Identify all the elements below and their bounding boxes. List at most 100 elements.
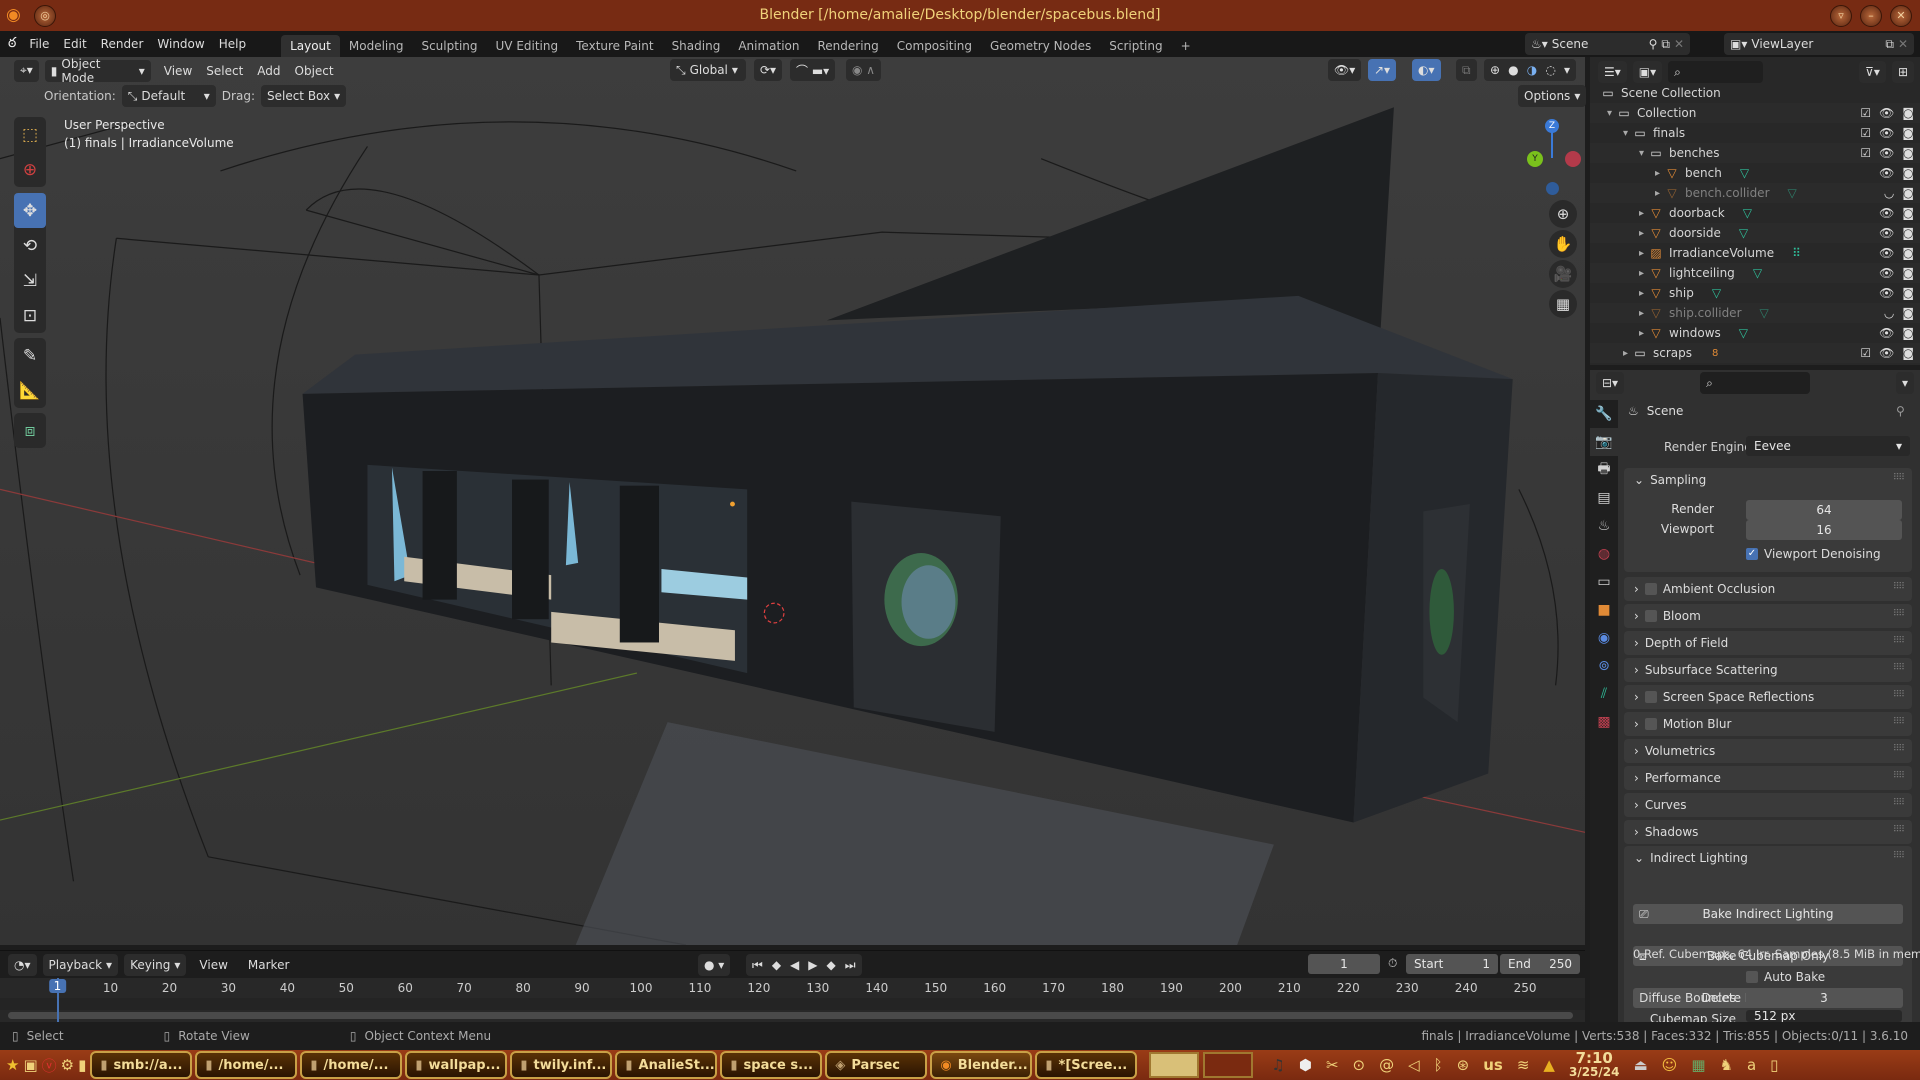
settings-launcher-icon[interactable]: ⚙ — [61, 1056, 74, 1074]
exclude-checkbox[interactable]: ☑ — [1860, 346, 1871, 360]
taskbar-window-button[interactable]: ▮space s... — [720, 1051, 822, 1079]
files-launcher-icon[interactable]: ▮ — [78, 1056, 86, 1074]
remove-view-layer-icon[interactable]: ✕ — [1898, 37, 1908, 51]
view-layer-tab-icon[interactable]: ▤ — [1590, 484, 1618, 512]
render-camera-icon[interactable]: ◙ — [1902, 346, 1914, 360]
eye-icon[interactable]: 👁 — [1879, 206, 1894, 220]
tab-sculpting[interactable]: Sculpting — [412, 35, 486, 57]
stopwatch-icon[interactable]: ⏱ — [1388, 956, 1397, 971]
taskbar-window-button[interactable]: ▮AnalieSt... — [615, 1051, 717, 1079]
expand-arrow-icon[interactable]: ▸ — [1590, 208, 1648, 219]
material-shading-icon[interactable]: ◑ — [1527, 63, 1537, 77]
clipboard-scissors-icon[interactable]: ✂ — [1326, 1056, 1339, 1074]
drag-handle-icon[interactable]: ⠿⠿ — [1893, 851, 1904, 861]
mode-dropdown[interactable]: ▮Object Mode▾ — [45, 60, 151, 82]
move-tool-icon[interactable]: ✥ — [14, 193, 46, 228]
eye-icon[interactable]: 👁 — [1879, 166, 1894, 180]
timeline-marker-menu[interactable]: Marker — [241, 952, 296, 978]
eye-icon[interactable]: 👁 — [1879, 126, 1894, 140]
calculator-icon[interactable]: ▦ — [1691, 1056, 1705, 1074]
taskbar-window-button[interactable]: ▮twily.inf... — [510, 1051, 612, 1079]
panel-subsurface-scattering[interactable]: ›Subsurface Scattering⠿⠿ — [1624, 658, 1912, 682]
viewport-menu-add[interactable]: Add — [250, 58, 287, 84]
taskbar-window-button[interactable]: ◈Parsec — [825, 1051, 927, 1079]
panel-shadows[interactable]: ›Shadows⠿⠿ — [1624, 820, 1912, 844]
render-camera-icon[interactable]: ◙ — [1902, 146, 1914, 160]
render-camera-icon[interactable]: ◙ — [1902, 186, 1914, 200]
panel-performance[interactable]: ›Performance⠿⠿ — [1624, 766, 1912, 790]
outliner-row[interactable]: ▸▽doorback▽👁◙ — [1590, 203, 1920, 223]
orientation-dropdown[interactable]: ⤡Default▾ — [122, 85, 216, 107]
options-dropdown[interactable]: Options▾ — [1518, 85, 1586, 107]
vivaldi-launcher-icon[interactable]: ⓥ — [42, 1055, 57, 1076]
end-frame-field[interactable]: End250 — [1500, 954, 1580, 974]
panel-enable-checkbox[interactable] — [1645, 691, 1657, 703]
viewport-menu-select[interactable]: Select — [199, 58, 250, 84]
collection-tab-icon[interactable]: ▭ — [1590, 568, 1618, 596]
remove-scene-icon[interactable]: ✕ — [1674, 37, 1684, 51]
render-engine-dropdown[interactable]: Eevee▾ — [1746, 436, 1910, 456]
object-tab-icon[interactable]: ■ — [1590, 596, 1618, 624]
app-icon[interactable]: ♞ — [1720, 1056, 1733, 1074]
taskbar-window-button[interactable]: ▮/home/... — [195, 1051, 297, 1079]
jump-start-icon[interactable]: ⏮ — [752, 958, 763, 973]
rotate-tool-icon[interactable]: ⟲ — [14, 228, 46, 263]
eye-icon[interactable]: 👁 — [1879, 226, 1894, 240]
menu-file[interactable]: File — [22, 31, 56, 57]
workspace-2[interactable] — [1203, 1052, 1253, 1078]
texture-tab-icon[interactable]: ▩ — [1590, 708, 1618, 736]
bake-indirect-lighting-button[interactable]: ⎚Bake Indirect Lighting — [1633, 904, 1903, 924]
editor-type-button[interactable]: ⌖▾ — [14, 60, 39, 82]
expand-arrow-icon[interactable]: ▾ — [1590, 108, 1616, 119]
viewport-menu-view[interactable]: View — [157, 58, 199, 84]
terminal-launcher-icon[interactable]: ▣ — [23, 1056, 37, 1074]
drag-handle-icon[interactable]: ⠿⠿ — [1893, 473, 1904, 483]
drag-handle-icon[interactable]: ⠿⠿ — [1893, 582, 1904, 592]
drag-dropdown[interactable]: Select Box▾ — [261, 85, 346, 107]
next-keyframe-icon[interactable]: ◆ — [827, 958, 836, 972]
render-camera-icon[interactable]: ◙ — [1902, 166, 1914, 180]
exclude-checkbox[interactable]: ☑ — [1860, 146, 1871, 160]
menu-render[interactable]: Render — [94, 31, 151, 57]
media-play-icon[interactable]: ⊙ — [1353, 1056, 1366, 1074]
tab-rendering[interactable]: Rendering — [809, 35, 888, 57]
usb-icon[interactable]: ⊛ — [1457, 1056, 1470, 1074]
cubemap-size-dropdown[interactable]: 512 px — [1746, 1010, 1902, 1022]
minimize-button[interactable]: ▿ — [1830, 5, 1852, 27]
keyboard-layout[interactable]: us — [1483, 1056, 1503, 1074]
eye-icon[interactable]: 👁 — [1879, 106, 1894, 120]
menu-help[interactable]: Help — [212, 31, 253, 57]
exclude-checkbox[interactable]: ☑ — [1860, 126, 1871, 140]
outliner-row[interactable]: ▸▨IrradianceVolume⠿👁◙ — [1590, 243, 1920, 263]
drag-handle-icon[interactable]: ⠿⠿ — [1893, 636, 1904, 646]
drag-handle-icon[interactable]: ⠿⠿ — [1893, 798, 1904, 808]
tab-animation[interactable]: Animation — [729, 35, 808, 57]
gizmo-z-axis[interactable]: Z — [1545, 119, 1559, 133]
camera-view-icon[interactable]: 🎥 — [1549, 260, 1577, 288]
network-icon[interactable]: @ — [1379, 1056, 1394, 1074]
expand-arrow-icon[interactable]: ▸ — [1590, 228, 1648, 239]
expand-arrow-icon[interactable]: ▸ — [1590, 248, 1648, 259]
outliner-row[interactable]: ▸▽doorside▽👁◙ — [1590, 223, 1920, 243]
expand-arrow-icon[interactable]: ▸ — [1590, 168, 1664, 179]
outliner-row[interactable]: ▭Scene Collection — [1590, 83, 1920, 103]
drag-handle-icon[interactable]: ⠿⠿ — [1893, 825, 1904, 835]
render-camera-icon[interactable]: ◙ — [1902, 266, 1914, 280]
drag-handle-icon[interactable]: ⠿⠿ — [1893, 744, 1904, 754]
render-camera-icon[interactable]: ◙ — [1902, 226, 1914, 240]
outliner-search-input[interactable]: ⌕ — [1668, 61, 1763, 83]
jump-end-icon[interactable]: ⏭ — [845, 958, 856, 973]
auto-bake-checkbox[interactable]: Auto Bake — [1746, 970, 1825, 984]
scene-tab-icon[interactable]: ♨ — [1590, 512, 1618, 540]
exclude-checkbox[interactable]: ☑ — [1860, 106, 1871, 120]
world-tab-icon[interactable]: ◍ — [1590, 540, 1618, 568]
display-mode-dropdown[interactable]: ▣▾ — [1633, 61, 1662, 83]
wifi-icon[interactable]: ≋ — [1517, 1056, 1530, 1074]
viewport-samples-field[interactable]: 16 — [1746, 520, 1902, 540]
timeline-scrollbar[interactable] — [8, 1012, 1573, 1019]
render-camera-icon[interactable]: ◙ — [1902, 246, 1914, 260]
expand-arrow-icon[interactable]: ▸ — [1590, 308, 1648, 319]
pivot-dropdown[interactable]: ⟳▾ — [754, 59, 782, 81]
outliner-row[interactable]: ▸▽ship.collider▽◡◙ — [1590, 303, 1920, 323]
taskbar-window-button[interactable]: ▮/home/... — [300, 1051, 402, 1079]
